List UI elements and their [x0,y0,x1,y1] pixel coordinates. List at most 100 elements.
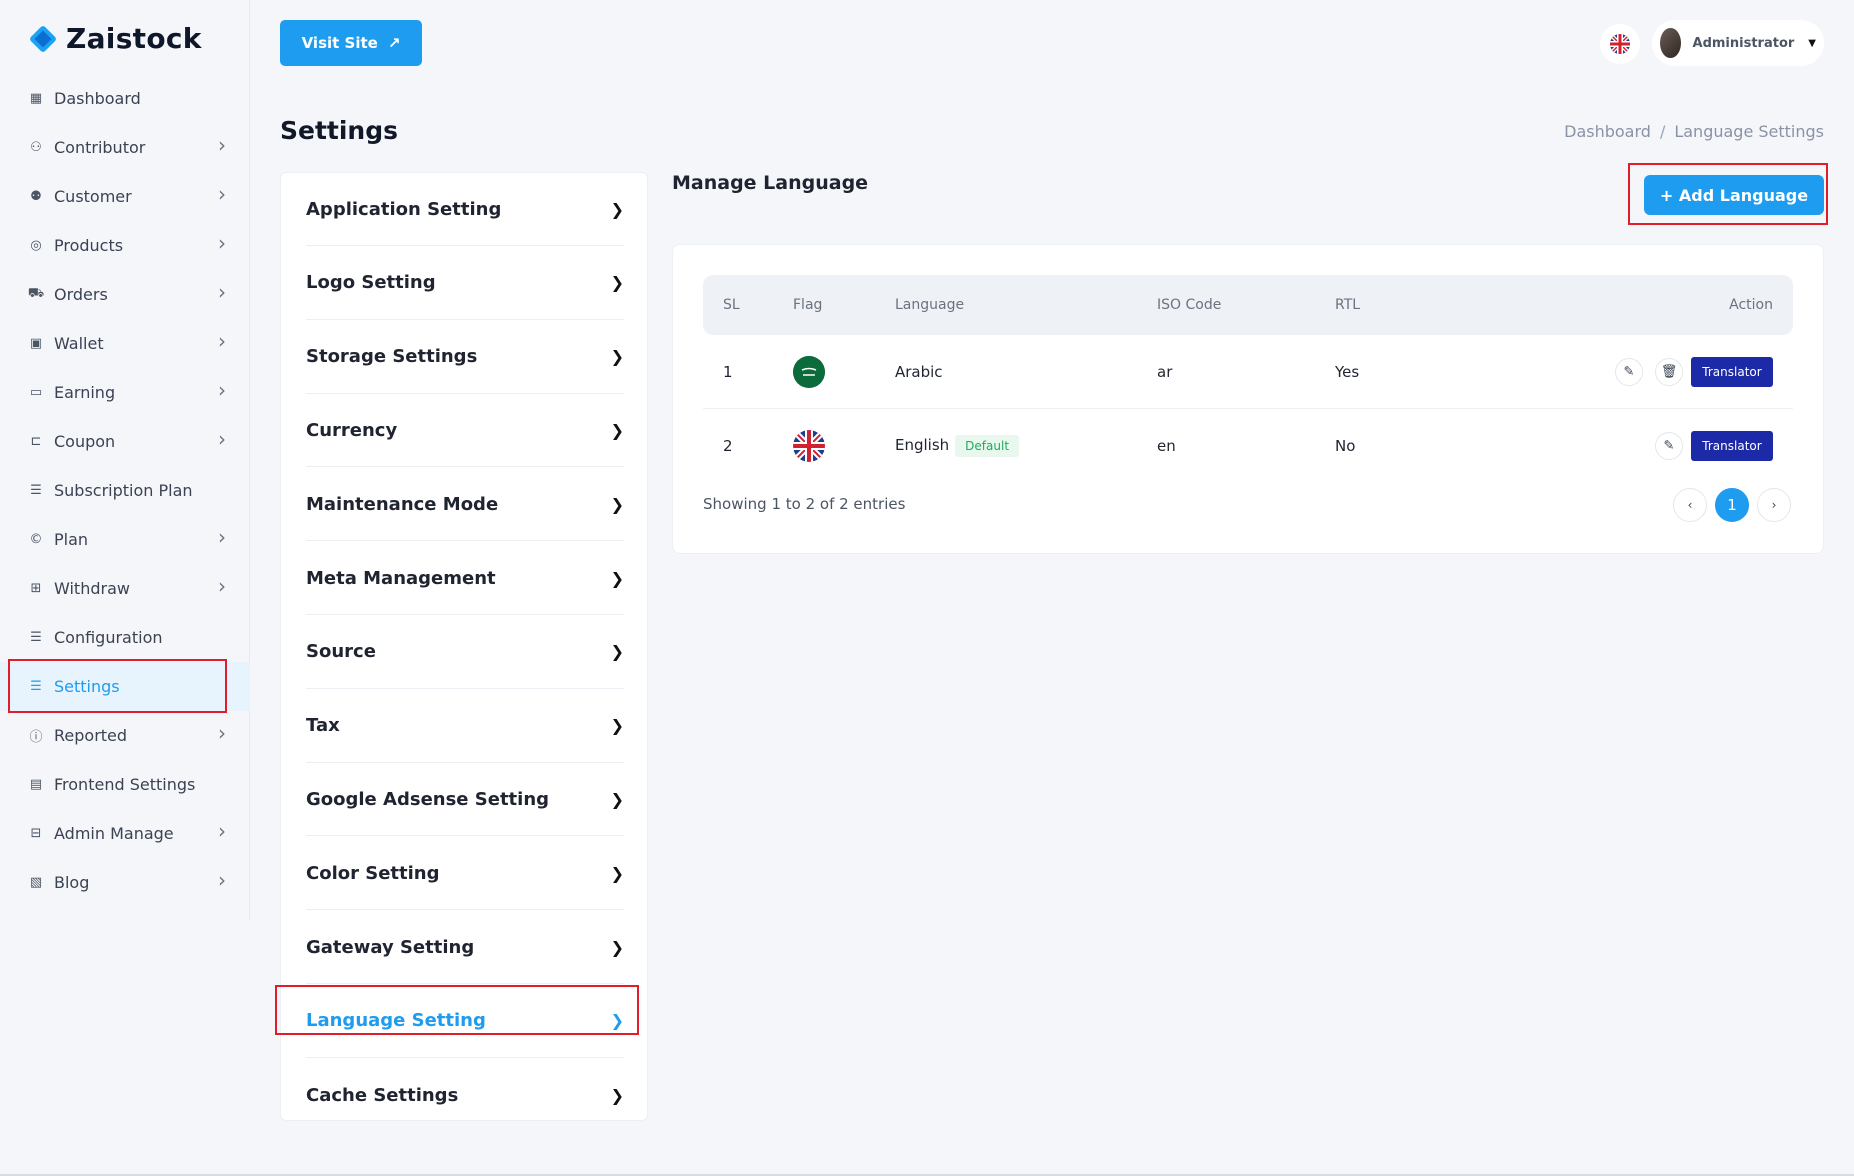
chevron-right-icon: ❯ [610,568,624,588]
language-switcher[interactable] [1600,24,1640,64]
settings-item-google-adsense-setting[interactable]: Google Adsense Setting ❯ [306,763,624,837]
row-rtl: No [1335,437,1356,455]
settings-item-label: Language Setting [306,1010,486,1032]
settings-item-label: Color Setting [306,862,440,884]
withdraw-icon: ⊞ [30,581,42,596]
saudi-flag-icon [793,355,825,388]
row-language: English [895,436,950,454]
settings-item-application-setting[interactable]: Application Setting ❯ [306,173,624,246]
wallet-icon: ▣ [29,336,43,351]
sidebar-item-dashboard[interactable]: ▦ Dashboard [0,74,250,123]
subscription-icon: ☰ [30,483,42,498]
table-header: SL Flag Language ISO Code RTL Action [703,275,1793,335]
chevron-right-icon: ❯ [610,1011,624,1031]
contributor-icon: ⚇ [30,140,42,155]
settings-item-storage-settings[interactable]: Storage Settings ❯ [306,321,624,394]
sidebar-item-admin-manage[interactable]: ⊟ Admin Manage › [0,809,250,858]
page-1-button[interactable]: 1 [1715,488,1749,522]
breadcrumb: Dashboard / Language Settings [1564,122,1824,141]
sidebar-item-label: Configuration [54,628,163,647]
settings-item-meta-management[interactable]: Meta Management ❯ [306,542,624,615]
settings-item-label: Google Adsense Setting [306,788,550,810]
sidebar-item-wallet[interactable]: ▣ Wallet › [0,319,250,368]
sidebar-item-configuration[interactable]: ☰ Configuration [0,613,250,662]
sidebar-item-label: Dashboard [54,89,141,108]
settings-item-label: Source [306,641,376,663]
sidebar-item-contributor[interactable]: ⚇ Contributor › [0,123,250,172]
sidebar-item-label: Products [54,236,124,255]
sidebar-item-label: Wallet [54,334,104,353]
settings-icon: ☰ [30,679,42,694]
settings-item-label: Maintenance Mode [306,493,499,515]
sidebar-item-plan[interactable]: © Plan › [0,515,250,564]
settings-item-cache-settings[interactable]: Cache Settings ❯ [306,1059,624,1132]
add-language-button[interactable]: + Add Language [1644,175,1824,215]
brand-logo[interactable]: Zaistock [28,22,202,55]
frontend-icon: ▤ [29,777,43,792]
chevron-right-icon: ❯ [610,937,624,957]
sidebar-item-coupon[interactable]: ⊏ Coupon › [0,417,250,466]
translator-button[interactable]: Translator [1691,356,1773,387]
sidebar-item-label: Reported [54,726,128,745]
sidebar-item-products[interactable]: ◎ Products › [0,221,250,270]
sidebar-item-reported[interactable]: ⓘ Reported › [0,711,250,760]
sidebar-item-orders[interactable]: ⛟ Orders › [0,270,250,319]
chevron-right-icon: › [218,378,226,402]
chevron-right-icon: › [218,133,226,157]
pencil-icon: ✎ [1623,364,1635,379]
settings-item-maintenance-mode[interactable]: Maintenance Mode ❯ [306,468,624,542]
earning-icon: ▭ [29,385,43,400]
sidebar-item-label: Blog [54,873,90,892]
settings-item-label: Meta Management [306,567,496,589]
settings-item-currency[interactable]: Currency ❯ [306,394,624,468]
sidebar-item-blog[interactable]: ▧ Blog › [0,858,250,907]
breadcrumb-dashboard[interactable]: Dashboard [1564,122,1651,141]
sidebar-item-withdraw[interactable]: ⊞ Withdraw › [0,564,250,613]
sidebar-item-customer[interactable]: ⚉ Customer › [0,172,250,221]
settings-item-logo-setting[interactable]: Logo Setting ❯ [306,247,624,320]
plan-icon: © [29,532,43,547]
visit-site-button[interactable]: Visit Site ↗ [280,20,422,66]
settings-item-color-setting[interactable]: Color Setting ❯ [306,837,624,911]
cart-icon: ⛟ [27,286,45,301]
translator-button[interactable]: Translator [1691,431,1773,461]
settings-item-language-setting[interactable]: Language Setting ❯ [306,985,624,1058]
row-rtl: Yes [1335,362,1360,381]
sidebar-item-label: Plan [54,530,89,549]
reported-icon: ⓘ [29,730,43,745]
caret-down-icon: ▼ [1808,37,1816,49]
sidebar-item-label: Settings [54,677,120,696]
chevron-right-icon: › [218,280,226,304]
delete-button[interactable]: 🗑 [1655,357,1683,386]
settings-item-tax[interactable]: Tax ❯ [306,690,624,763]
sidebar-item-settings[interactable]: ☰ Settings [0,662,250,711]
chevron-right-icon: › [218,574,226,598]
settings-item-source[interactable]: Source ❯ [306,616,624,689]
chevron-right-icon: › [218,182,226,206]
chevron-right-icon: ❯ [610,494,624,514]
row-sl: 2 [723,437,733,455]
chevron-right-icon: ❯ [610,789,624,809]
user-menu[interactable]: Administrator ▼ [1652,20,1824,66]
avatar [1660,28,1681,58]
coupon-icon: ⊏ [30,434,42,449]
sidebar-item-earning[interactable]: ▭ Earning › [0,368,250,417]
external-link-icon: ↗ [387,34,401,52]
chevron-right-icon: › [218,231,226,255]
chevron-right-icon: ❯ [610,420,624,440]
sidebar-nav: ▦ Dashboard ⚇ Contributor › ⚉ Customer › ◎ Produc… [0,74,250,907]
col-language: Language [895,297,965,313]
sidebar-item-subscription-plan[interactable]: ☰ Subscription Plan [0,466,250,515]
sidebar-item-frontend-settings[interactable]: ▤ Frontend Settings [0,760,250,809]
dashboard-icon: ▦ [29,91,43,106]
prev-page-button[interactable]: ‹ [1673,488,1707,522]
sidebar: Zaistock ▦ Dashboard ⚇ Contributor › ⚉ Custome… [0,0,250,920]
col-iso-code: ISO Code [1157,297,1222,313]
settings-item-gateway-setting[interactable]: Gateway Setting ❯ [306,911,624,984]
next-page-button[interactable]: › [1757,488,1791,522]
edit-button[interactable]: ✎ [1655,432,1683,460]
default-badge: Default [955,435,1020,457]
chevron-right-icon: › [218,525,226,549]
row-language-cell: English Default [895,435,1020,457]
edit-button[interactable]: ✎ [1615,357,1643,386]
